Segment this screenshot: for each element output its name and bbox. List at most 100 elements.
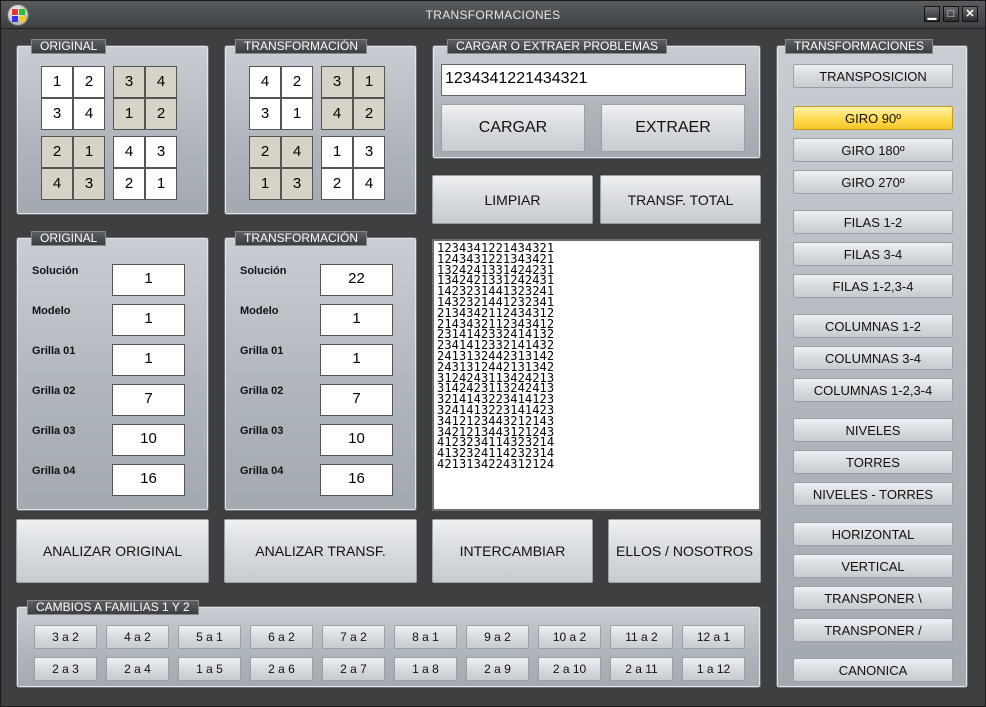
grid-cell[interactable]: 1 bbox=[113, 98, 145, 130]
analizar-original-button[interactable]: ANALIZAR ORIGINAL bbox=[16, 519, 209, 583]
family-change-button[interactable]: 2 a 10 bbox=[538, 657, 601, 681]
transform-button[interactable]: TRANSPONER / bbox=[793, 618, 953, 642]
family-change-button[interactable]: 1 a 5 bbox=[178, 657, 241, 681]
family-change-button[interactable]: 11 a 2 bbox=[610, 625, 673, 649]
grid-cell[interactable]: 1 bbox=[41, 66, 73, 98]
minimize-button[interactable]: ▁ bbox=[924, 6, 940, 22]
grid-cell[interactable]: 1 bbox=[249, 168, 281, 200]
field-value[interactable]: 1 bbox=[112, 264, 185, 296]
grid-cell[interactable]: 2 bbox=[321, 168, 353, 200]
grid-cell[interactable]: 2 bbox=[281, 66, 313, 98]
maximize-button[interactable]: □ bbox=[943, 6, 959, 22]
grid-cell[interactable]: 3 bbox=[41, 98, 73, 130]
extraer-button[interactable]: EXTRAER bbox=[601, 104, 745, 152]
grid-cell[interactable]: 3 bbox=[353, 136, 385, 168]
grid-cell[interactable]: 4 bbox=[321, 98, 353, 130]
grid-cell[interactable]: 4 bbox=[73, 98, 105, 130]
family-change-button[interactable]: 2 a 6 bbox=[250, 657, 313, 681]
transform-button[interactable]: HORIZONTAL bbox=[793, 522, 953, 546]
family-change-button[interactable]: 1 a 12 bbox=[682, 657, 745, 681]
transform-button[interactable]: COLUMNAS 1-2 bbox=[793, 314, 953, 338]
family-change-button[interactable]: 1 a 8 bbox=[394, 657, 457, 681]
grid-cell[interactable]: 4 bbox=[249, 66, 281, 98]
transform-button[interactable]: FILAS 3-4 bbox=[793, 242, 953, 266]
families-panel: CAMBIOS A FAMILIAS 1 Y 2 3 a 2 4 a 2 5 a 1… bbox=[16, 600, 761, 688]
transform-button[interactable]: GIRO 270º bbox=[793, 170, 953, 194]
grid-cell[interactable]: 2 bbox=[145, 98, 177, 130]
grid-cell[interactable]: 4 bbox=[353, 168, 385, 200]
field-value[interactable]: 16 bbox=[112, 464, 185, 496]
field-value[interactable]: 1 bbox=[320, 344, 393, 376]
grid-cell[interactable]: 2 bbox=[113, 168, 145, 200]
family-change-button[interactable]: 2 a 9 bbox=[466, 657, 529, 681]
transf-total-button[interactable]: TRANSF. TOTAL bbox=[600, 175, 761, 224]
family-change-button[interactable]: 2 a 3 bbox=[34, 657, 97, 681]
grid-cell[interactable]: 1 bbox=[281, 98, 313, 130]
family-change-button[interactable]: 4 a 2 bbox=[106, 625, 169, 649]
field-label: Grilla 02 bbox=[32, 385, 76, 397]
grid-cell[interactable]: 3 bbox=[249, 98, 281, 130]
family-change-button[interactable]: 9 a 2 bbox=[466, 625, 529, 649]
grid-cell[interactable]: 3 bbox=[281, 168, 313, 200]
list-item[interactable]: 4213134224312124 bbox=[437, 458, 759, 470]
family-change-button[interactable]: 8 a 1 bbox=[394, 625, 457, 649]
field-value[interactable]: 7 bbox=[112, 384, 185, 416]
grid-cell[interactable]: 1 bbox=[321, 136, 353, 168]
grid-cell[interactable]: 3 bbox=[145, 136, 177, 168]
ellos-nosotros-button[interactable]: ELLOS / NOSOTROS bbox=[608, 519, 761, 583]
transform-button[interactable]: FILAS 1-2 bbox=[793, 210, 953, 234]
grid-cell[interactable]: 2 bbox=[249, 136, 281, 168]
close-button[interactable]: ✕ bbox=[962, 6, 978, 22]
transform-button[interactable]: COLUMNAS 3-4 bbox=[793, 346, 953, 370]
transform-button[interactable]: CANONICA bbox=[793, 658, 953, 682]
grid-cell[interactable]: 1 bbox=[73, 136, 105, 168]
grid-cell[interactable]: 1 bbox=[145, 168, 177, 200]
family-change-button[interactable]: 2 a 11 bbox=[610, 657, 673, 681]
grid-cell[interactable]: 4 bbox=[281, 136, 313, 168]
family-change-button[interactable]: 3 a 2 bbox=[34, 625, 97, 649]
family-change-button[interactable]: 2 a 4 bbox=[106, 657, 169, 681]
field-value[interactable]: 1 bbox=[112, 344, 185, 376]
solutions-list[interactable]: 1234341221434321 1243431221343421 13242413… bbox=[432, 239, 761, 511]
transform-button[interactable]: TRANSPONER \ bbox=[793, 586, 953, 610]
grid-cell[interactable]: 4 bbox=[113, 136, 145, 168]
transform-button[interactable]: GIRO 90º bbox=[793, 106, 953, 130]
transform-button[interactable]: VERTICAL bbox=[793, 554, 953, 578]
grid-cell[interactable]: 4 bbox=[145, 66, 177, 98]
grid-cell[interactable]: 2 bbox=[41, 136, 73, 168]
field-value[interactable]: 22 bbox=[320, 264, 393, 296]
problem-input[interactable]: 1234341221434321 bbox=[441, 64, 746, 96]
grid-cell[interactable]: 2 bbox=[73, 66, 105, 98]
grid-cell[interactable]: 3 bbox=[73, 168, 105, 200]
field-value[interactable]: 7 bbox=[320, 384, 393, 416]
grid-cell[interactable]: 3 bbox=[321, 66, 353, 98]
family-change-button[interactable]: 6 a 2 bbox=[250, 625, 313, 649]
family-change-button[interactable]: 7 a 2 bbox=[322, 625, 385, 649]
grid-cell[interactable]: 2 bbox=[353, 98, 385, 130]
transform-button[interactable]: NIVELES - TORRES bbox=[793, 482, 953, 506]
family-change-button[interactable]: 5 a 1 bbox=[178, 625, 241, 649]
field-value[interactable]: 10 bbox=[112, 424, 185, 456]
transform-button[interactable]: NIVELES bbox=[793, 418, 953, 442]
grid-cell[interactable]: 3 bbox=[113, 66, 145, 98]
field-value[interactable]: 10 bbox=[320, 424, 393, 456]
analizar-transf-button[interactable]: ANALIZAR TRANSF. bbox=[224, 519, 417, 583]
transform-button[interactable]: COLUMNAS 1-2,3-4 bbox=[793, 378, 953, 402]
intercambiar-button[interactable]: INTERCAMBIAR bbox=[432, 519, 593, 583]
grid-cell[interactable]: 4 bbox=[41, 168, 73, 200]
transform-button[interactable]: TORRES bbox=[793, 450, 953, 474]
transform-button[interactable]: TRANSPOSICION bbox=[793, 64, 953, 88]
field-value[interactable]: 1 bbox=[112, 304, 185, 336]
field-value[interactable]: 16 bbox=[320, 464, 393, 496]
family-change-button[interactable]: 12 a 1 bbox=[682, 625, 745, 649]
transform-button[interactable]: GIRO 180º bbox=[793, 138, 953, 162]
family-change-button[interactable]: 2 a 7 bbox=[322, 657, 385, 681]
cargar-button[interactable]: CARGAR bbox=[441, 104, 585, 152]
field-label: Modelo bbox=[240, 305, 279, 317]
field-value[interactable]: 1 bbox=[320, 304, 393, 336]
limpiar-button[interactable]: LIMPIAR bbox=[432, 175, 593, 224]
grid-cell[interactable]: 1 bbox=[353, 66, 385, 98]
transform-button[interactable]: FILAS 1-2,3-4 bbox=[793, 274, 953, 298]
family-change-button[interactable]: 10 a 2 bbox=[538, 625, 601, 649]
original-grid-panel: ORIGINAL 1234341221434321 bbox=[16, 39, 209, 215]
